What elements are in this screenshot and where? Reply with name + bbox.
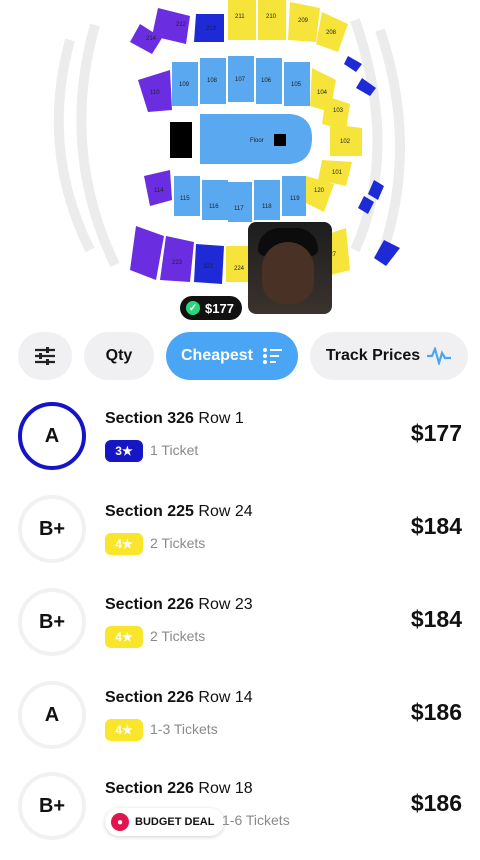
section-label: Section 225 [105,503,194,520]
listing-item[interactable]: B+ Section 225 Row 24 4★ 2 Tickets $184 [0,491,480,583]
svg-text:108: 108 [207,78,218,84]
filter-settings-button[interactable] [18,332,72,380]
deal-label: BUDGET DEAL [135,816,215,828]
svg-text:213: 213 [206,26,217,32]
video-overlay [248,222,332,314]
grade-badge: B+ [18,495,86,563]
section-label: Section 226 [105,780,194,797]
listing-item[interactable]: A Section 226 Row 14 4★ 1-3 Tickets $186 [0,677,480,769]
svg-text:208: 208 [326,30,337,36]
grade-badge: A [18,402,86,470]
track-prices-label: Track Prices [325,347,421,364]
svg-text:107: 107 [235,77,246,83]
rating-badge: 4★ [105,533,143,555]
qty-button[interactable]: Qty [84,332,154,380]
svg-text:109: 109 [179,82,190,88]
rating-badge: 3★ [105,440,143,462]
pulse-icon [427,347,452,365]
cheapest-label: Cheapest [180,347,254,364]
svg-text:117: 117 [234,206,244,212]
price-pin[interactable]: ✓ $177 [180,296,242,320]
ticket-count: 1 Ticket [150,442,199,458]
row-label: Row 14 [198,689,253,706]
section-label: Section 226 [105,596,194,613]
svg-text:114: 114 [154,188,164,194]
svg-text:110: 110 [150,90,160,96]
svg-text:101: 101 [332,170,343,176]
cheapest-sort-button[interactable]: Cheapest [166,332,298,380]
svg-text:223: 223 [172,260,183,266]
person-face [262,242,314,304]
rating-badge: 4★ [105,719,143,741]
svg-text:106: 106 [261,78,272,84]
listing-price: $184 [410,606,462,632]
track-prices-button[interactable]: Track Prices [310,332,468,380]
listing-title: Section 226 Row 14 [105,689,253,707]
listing-price: $177 [410,420,462,446]
svg-text:222: 222 [203,264,214,270]
listing-title: Section 226 Row 23 [105,596,253,614]
qty-label: Qty [105,347,133,364]
filter-bar: Qty Cheapest Track Prices [0,332,480,382]
listing-title: Section 225 Row 24 [105,503,253,521]
svg-text:115: 115 [180,196,190,202]
svg-text:212: 212 [176,22,187,28]
ticket-count: 1-6 Tickets [222,812,290,828]
ticket-count: 2 Tickets [150,535,206,551]
row-label: Row 23 [198,596,253,613]
row-label: Row 1 [198,410,244,427]
svg-text:119: 119 [290,196,300,202]
check-icon: ✓ [186,301,200,315]
svg-text:118: 118 [262,204,272,210]
row-label: Row 18 [198,780,253,797]
listing-item[interactable]: B+ Section 226 Row 23 4★ 2 Tickets $184 [0,584,480,676]
sliders-icon [35,347,55,365]
svg-text:104: 104 [317,90,328,96]
rating-badge: 4★ [105,626,143,648]
grade-badge: B+ [18,588,86,656]
budget-deal-badge: ● BUDGET DEAL [105,808,225,836]
svg-text:105: 105 [291,82,302,88]
listing-item[interactable]: B+ Section 226 Row 18 ● BUDGET DEAL 1-6 … [0,768,480,860]
svg-text:214: 214 [146,36,157,42]
row-label: Row 24 [198,503,253,520]
ticket-count: 1-3 Tickets [150,721,218,737]
svg-text:224: 224 [234,266,245,272]
seat-map[interactable]: 212 213 211 210 209 208 214 110 109 108 … [0,0,480,330]
svg-text:210: 210 [266,14,277,20]
grade-badge: A [18,681,86,749]
svg-text:211: 211 [235,14,245,20]
seat-map-graphic: 212 213 211 210 209 208 214 110 109 108 … [53,0,405,284]
grade-badge: B+ [18,772,86,840]
floor-label: Floor [250,138,264,144]
sort-icon [263,348,283,364]
section-label: Section 326 [105,410,194,427]
listing-title: Section 326 Row 1 [105,410,244,428]
listing-item[interactable]: A Section 326 Row 1 3★ 1 Ticket $177 [0,398,480,490]
svg-text:116: 116 [209,204,219,210]
svg-text:209: 209 [298,18,309,24]
listing-price: $184 [410,513,462,539]
svg-text:120: 120 [314,188,325,194]
piggy-bank-icon: ● [111,813,129,831]
price-pin-label: $177 [205,300,234,316]
ticket-count: 2 Tickets [150,628,206,644]
svg-text:103: 103 [333,108,344,114]
svg-text:102: 102 [340,139,351,145]
listing-title: Section 226 Row 18 [105,780,253,798]
listing-price: $186 [410,790,462,816]
section-label: Section 226 [105,689,194,706]
listing-price: $186 [410,699,462,725]
